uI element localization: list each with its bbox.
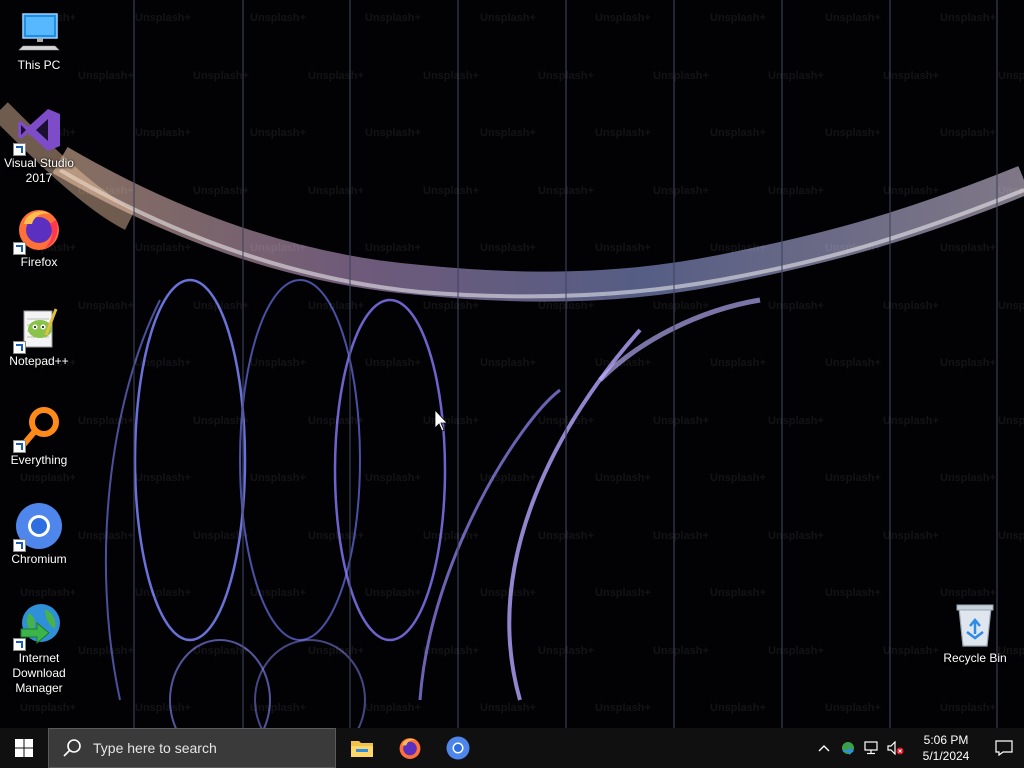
search-placeholder: Type here to search <box>93 740 217 756</box>
desktop-icon-visual-studio[interactable]: Visual Studio 2017 <box>0 106 78 186</box>
shortcut-arrow-icon <box>13 440 26 453</box>
desktop-icon-label: Recycle Bin <box>943 651 1007 665</box>
chromium-icon <box>13 502 63 552</box>
computer-icon <box>15 8 63 56</box>
taskbar-clock[interactable]: 5:06 PM 5/1/2024 <box>908 732 984 764</box>
firefox-icon <box>13 205 63 255</box>
shortcut-arrow-icon <box>13 143 26 156</box>
clock-time: 5:06 PM <box>923 733 969 747</box>
desktop-icon-label: Notepad++ <box>9 354 69 368</box>
wallpaper-art <box>0 0 1024 728</box>
volume-muted-icon <box>887 741 904 755</box>
shortcut-arrow-icon <box>13 341 26 354</box>
desktop-icon-label: Chromium <box>11 552 67 566</box>
desktop-icon-label: Firefox <box>20 255 58 269</box>
taskbar: Type here to search 5:06 PM 5/1/2024 <box>0 728 1024 768</box>
desktop-icon-recycle-bin[interactable]: Recycle Bin <box>936 601 1014 666</box>
desktop-icon-label: This PC <box>17 58 61 72</box>
firefox-icon <box>399 738 421 759</box>
desktop-icon-label: Everything <box>10 453 68 467</box>
tray-volume[interactable] <box>884 728 908 768</box>
taskbar-search-box[interactable]: Type here to search <box>48 728 336 768</box>
desktop-icon-chromium[interactable]: Chromium <box>0 502 78 567</box>
notification-icon <box>995 740 1013 756</box>
windows-logo-icon <box>15 739 33 757</box>
everything-search-icon <box>13 403 63 453</box>
tray-network-app[interactable] <box>836 728 860 768</box>
desktop-icon-this-pc[interactable]: This PC <box>0 8 78 73</box>
desktop-icon-notepad-plus-plus[interactable]: Notepad++ <box>0 304 78 369</box>
visual-studio-icon <box>13 106 63 156</box>
desktop-icon-label: Visual Studio 2017 <box>4 156 74 185</box>
show-hidden-icons-button[interactable] <box>812 728 836 768</box>
shortcut-arrow-icon <box>13 638 26 651</box>
action-center-button[interactable] <box>984 728 1024 768</box>
desktop-icon-internet-download-manager[interactable]: Internet Download Manager <box>0 601 78 696</box>
desktop-wallpaper: Unsplash+ Unsplash+ Unsplash+ Unsplash+ Unsp… <box>0 0 1024 728</box>
desktop-icon-label: Internet Download Manager <box>12 651 66 695</box>
network-icon <box>864 741 878 755</box>
desktop-icon-everything[interactable]: Everything <box>0 403 78 468</box>
shortcut-arrow-icon <box>13 539 26 552</box>
chevron-up-icon <box>818 745 830 752</box>
taskbar-chromium[interactable] <box>434 728 482 768</box>
search-icon <box>63 739 81 757</box>
start-button[interactable] <box>0 728 48 768</box>
taskbar-file-explorer[interactable] <box>338 728 386 768</box>
system-tray: 5:06 PM 5/1/2024 <box>812 728 1024 768</box>
globe-sync-icon <box>842 742 854 755</box>
chromium-icon <box>446 736 470 760</box>
recycle-bin-icon <box>951 601 999 649</box>
file-explorer-icon <box>351 741 373 757</box>
globe-download-icon <box>13 601 63 651</box>
shortcut-arrow-icon <box>13 242 26 255</box>
tray-network[interactable] <box>860 728 884 768</box>
notepad-plus-plus-icon <box>13 304 63 354</box>
desktop-icon-firefox[interactable]: Firefox <box>0 205 78 270</box>
taskbar-firefox[interactable] <box>386 728 434 768</box>
clock-date: 5/1/2024 <box>922 749 970 763</box>
